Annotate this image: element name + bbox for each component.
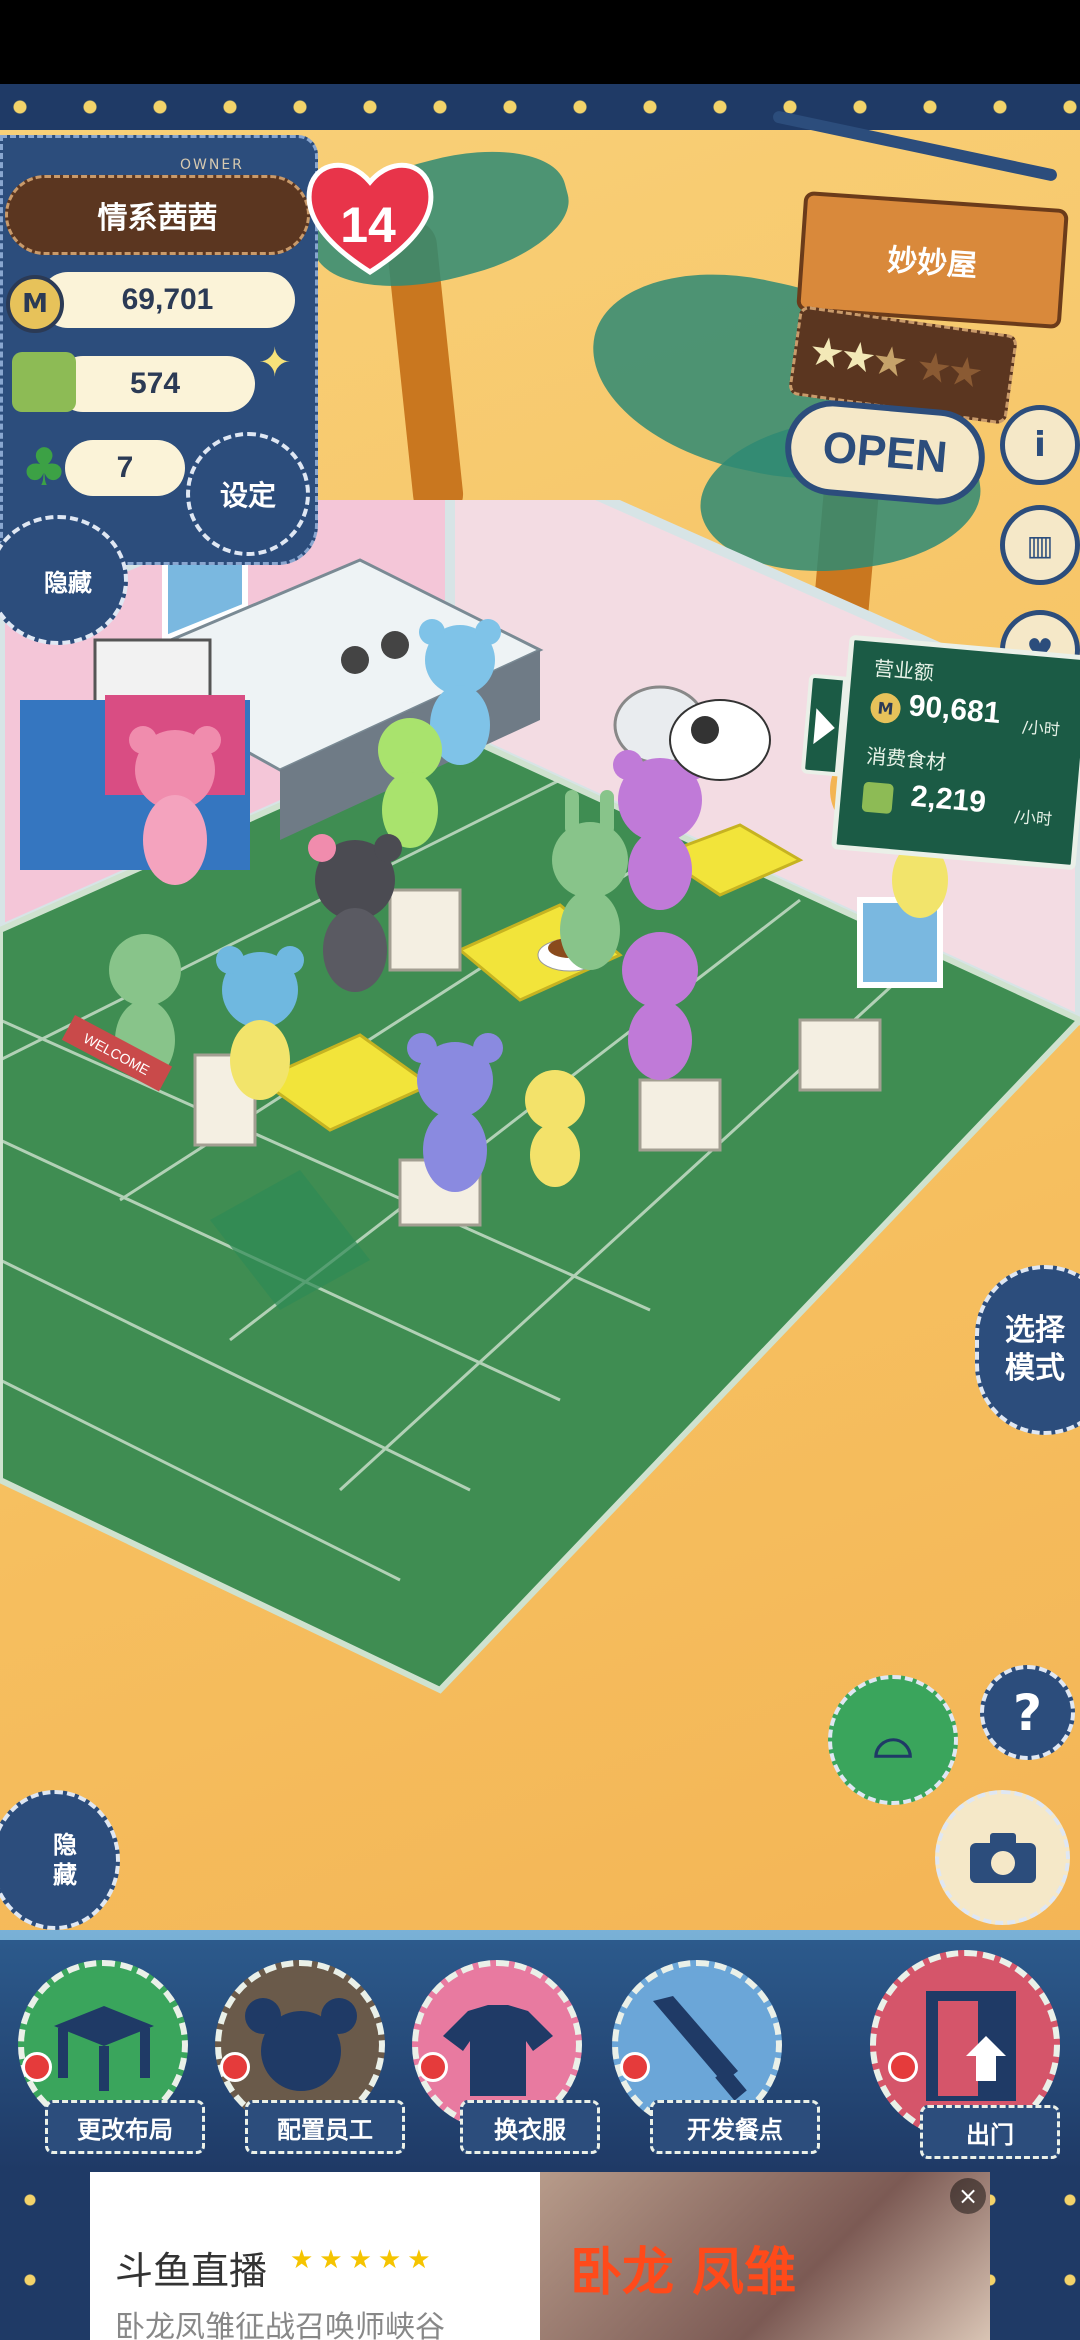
clover-icon: ♣: [20, 438, 68, 498]
select-mode-label: 选择模式: [1005, 1313, 1065, 1386]
change-clothes-label: 换衣服: [460, 2100, 600, 2154]
chair: [638, 1078, 722, 1152]
notification-pin: [220, 2052, 250, 2082]
table-icon: [54, 2006, 154, 2091]
bear-head-icon: [245, 1998, 357, 2091]
sparkle-icon: ✦: [258, 340, 292, 386]
consumption-value: 2,219: [909, 779, 988, 820]
ingredient-basket-icon: [861, 781, 894, 815]
camera-button[interactable]: [935, 1790, 1070, 1925]
recipe-book-button[interactable]: ▥: [1000, 505, 1080, 585]
assign-staff-label: 配置员工: [245, 2100, 405, 2154]
notification-pin: [620, 2052, 650, 2082]
notification-pin: [418, 2052, 448, 2082]
help-button[interactable]: ?: [980, 1665, 1075, 1760]
status-bar: [0, 0, 1080, 84]
coin-value: 69,701: [121, 283, 214, 316]
notification-pin: [22, 2052, 52, 2082]
ad-close-button[interactable]: ×: [950, 2178, 986, 2214]
coin-icon: M: [6, 275, 64, 333]
ad-subtitle: 卧龙凤雏征战召唤师峡谷: [115, 2310, 445, 2340]
ingredient-counter: 574: [55, 356, 255, 412]
ad-title: 斗鱼直播: [115, 2249, 268, 2293]
coin-counter: 69,701: [40, 272, 295, 328]
player-name: 情系茜茜: [5, 175, 310, 255]
help-icon: ?: [1012, 1683, 1042, 1742]
hide-top-label: 隐藏: [44, 568, 92, 597]
star-border-top: [0, 84, 1080, 130]
info-icon: i: [1034, 425, 1046, 465]
rating-stars-empty: ★★: [912, 343, 983, 398]
shop-name-sign: 妙妙屋: [796, 190, 1069, 330]
cow-character: [669, 699, 771, 781]
clover-counter: 7: [65, 440, 185, 496]
ad-rating-stars: ★★★★★: [290, 2245, 437, 2275]
ingredient-basket-icon: [12, 352, 76, 412]
rating-stars-filled: ★★★: [805, 328, 907, 387]
ingredient-value: 574: [129, 367, 181, 400]
go-out-label: 出门: [920, 2105, 1060, 2159]
hat-shop-button[interactable]: ⌓: [828, 1675, 958, 1805]
revenue-label: 营业额: [872, 656, 935, 686]
owner-label: OWNER: [180, 157, 244, 173]
coin-icon: M: [869, 691, 902, 725]
ad-image-text: 卧龙 凤雏: [570, 2243, 797, 2303]
consumption-label: 消费食材: [865, 743, 948, 775]
player-level: 14: [340, 197, 396, 253]
knife-icon: [653, 1996, 747, 2101]
door-icon: [926, 1991, 1016, 2101]
info-button[interactable]: i: [1000, 405, 1080, 485]
notification-pin: [888, 2052, 918, 2082]
develop-dishes-label: 开发餐点: [650, 2100, 820, 2154]
shop-name: 妙妙屋: [886, 242, 979, 285]
select-mode-button[interactable]: 选择模式: [975, 1265, 1080, 1435]
chair: [798, 1018, 882, 1092]
consumption-unit: /小时: [1013, 806, 1053, 830]
change-layout-label: 更改布局: [45, 2100, 205, 2154]
clover-value: 7: [116, 451, 134, 484]
revenue-value: 90,681: [907, 689, 1002, 731]
chair: [388, 888, 462, 972]
camera-icon: [969, 1832, 1036, 1883]
shirt-icon: [443, 2005, 553, 2096]
hat-icon: ⌓: [873, 1710, 913, 1769]
settings-label: 设定: [219, 479, 276, 512]
income-board: 营业额 M 90,681 /小时 消费食材 2,219 /小时: [831, 634, 1080, 871]
arrow-right-icon: [813, 708, 837, 746]
book-icon: ▥: [1026, 528, 1054, 562]
close-icon: ×: [957, 2182, 979, 2210]
revenue-unit: /小时: [1021, 717, 1061, 740]
settings-button[interactable]: 设定: [186, 432, 310, 556]
open-status: OPEN: [820, 422, 950, 482]
hide-bottom-label: 隐藏: [53, 1831, 77, 1889]
